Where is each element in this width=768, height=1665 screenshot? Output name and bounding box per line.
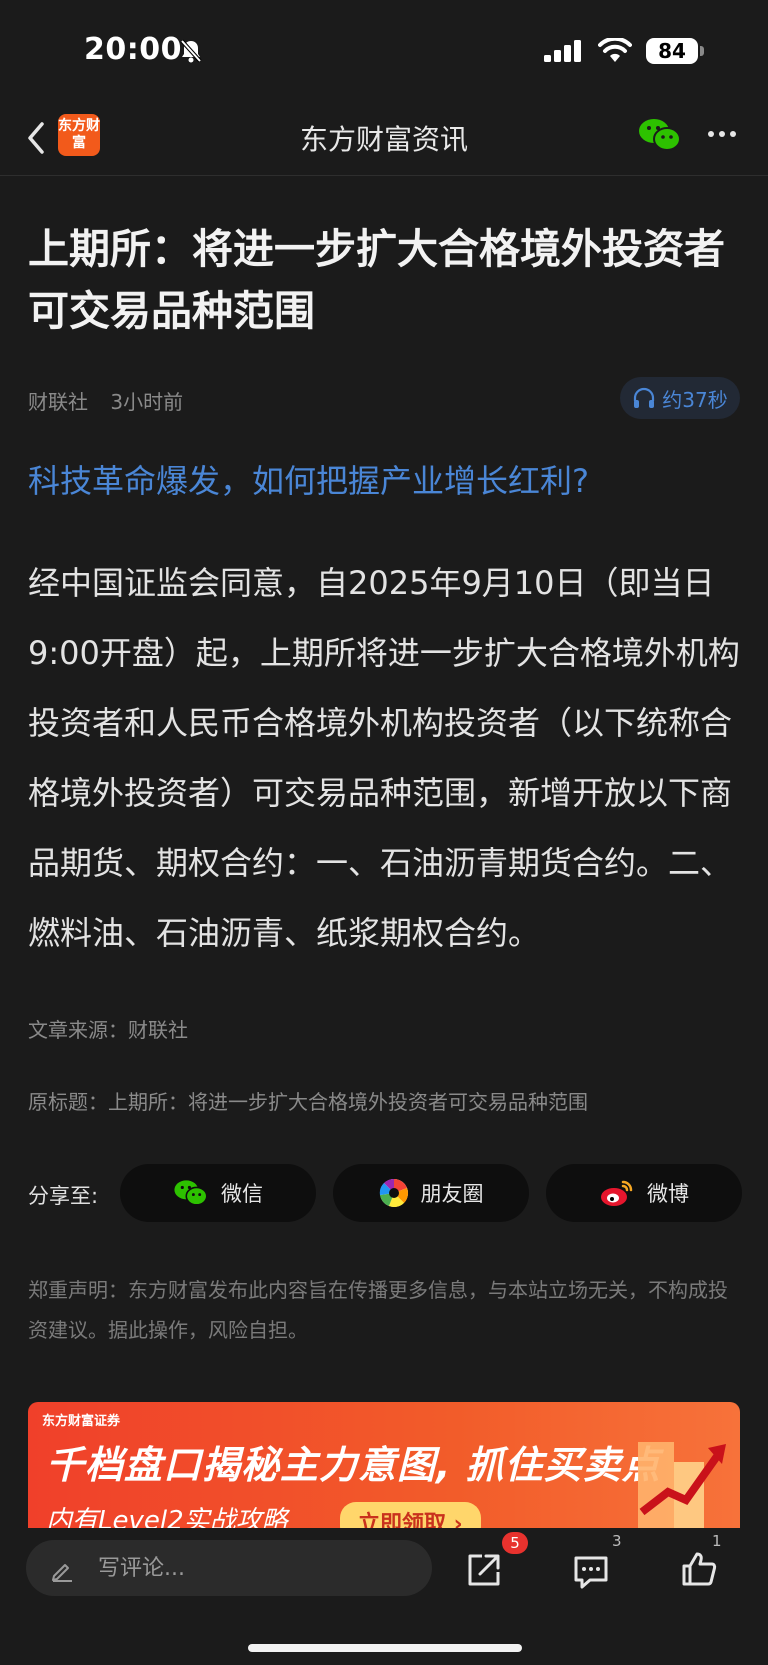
share-wechat-button[interactable]: 微信 bbox=[120, 1164, 316, 1222]
share-moments-label: 朋友圈 bbox=[420, 1182, 484, 1206]
pen-icon bbox=[52, 1564, 72, 1582]
share-moments-button[interactable]: 朋友圈 bbox=[333, 1164, 529, 1222]
more-options-icon[interactable] bbox=[706, 118, 738, 150]
moments-icon bbox=[379, 1178, 408, 1208]
headphones-icon bbox=[634, 387, 655, 408]
home-indicator[interactable] bbox=[248, 1644, 522, 1652]
cellular-signal-icon bbox=[544, 40, 581, 62]
ad-cta-button[interactable]: 立即领取 › bbox=[340, 1502, 481, 1528]
promo-link[interactable]: 科技革命爆发，如何把握产业增长红利? bbox=[28, 456, 589, 502]
top-nav-bar: 东方财富 东方财富资讯 bbox=[0, 100, 768, 176]
article-source: 财联社 bbox=[28, 390, 88, 414]
ad-subtitle: 内有Level2实战攻略 bbox=[46, 1506, 288, 1528]
share-label: 分享至: bbox=[28, 1184, 99, 1208]
status-bar: 20:00 84 bbox=[0, 0, 768, 100]
comment-input[interactable] bbox=[26, 1540, 432, 1596]
disclaimer-text: 郑重声明：东方财富发布此内容旨在传播更多信息，与本站立场无关，不构成投资建议。据… bbox=[28, 1278, 728, 1342]
share-weibo-button[interactable]: 微博 bbox=[546, 1164, 742, 1222]
share-count-badge: 5 bbox=[502, 1532, 528, 1554]
wechat-icon bbox=[174, 1180, 208, 1206]
share-wechat-label: 微信 bbox=[221, 1182, 263, 1206]
wifi-icon bbox=[598, 38, 632, 62]
ad-chart-graphic-icon bbox=[638, 1442, 726, 1528]
thumbs-up-icon[interactable] bbox=[680, 1550, 718, 1588]
listen-audio-button[interactable]: 约37秒 bbox=[620, 377, 740, 419]
article-source-line: 文章来源：财联社 bbox=[28, 1018, 188, 1042]
ad-title: 千档盘口揭秘主力意图, 抓住买卖点 bbox=[46, 1443, 661, 1487]
battery-indicator: 84 bbox=[646, 38, 698, 64]
article-body: 经中国证监会同意，自2025年9月10日（即当日9:00开盘）起，上期所将进一步… bbox=[28, 564, 740, 952]
ad-banner[interactable]: 东方财富证券 千档盘口揭秘主力意图, 抓住买卖点 内有Level2实战攻略 立即… bbox=[28, 1402, 740, 1528]
ad-brand: 东方财富证券 bbox=[42, 1414, 121, 1429]
original-title-line: 原标题：上期所：将进一步扩大合格境外投资者可交易品种范围 bbox=[28, 1090, 588, 1114]
weibo-icon bbox=[601, 1180, 633, 1206]
share-icon[interactable] bbox=[466, 1552, 502, 1588]
like-count: 1 bbox=[712, 1532, 722, 1550]
status-time: 20:00 bbox=[84, 32, 182, 67]
comment-icon[interactable] bbox=[572, 1554, 610, 1590]
listen-duration: 约37秒 bbox=[662, 387, 728, 412]
bell-muted-icon bbox=[180, 39, 202, 63]
comment-count: 3 bbox=[612, 1532, 622, 1550]
share-weibo-label: 微博 bbox=[647, 1182, 689, 1206]
article-headline: 上期所：将进一步扩大合格境外投资者可交易品种范围 bbox=[28, 225, 725, 335]
battery-tip bbox=[700, 46, 704, 56]
wechat-share-icon[interactable] bbox=[638, 116, 682, 154]
article-time: 3小时前 bbox=[110, 390, 184, 414]
article-meta: 财联社 3小时前 bbox=[28, 386, 183, 415]
